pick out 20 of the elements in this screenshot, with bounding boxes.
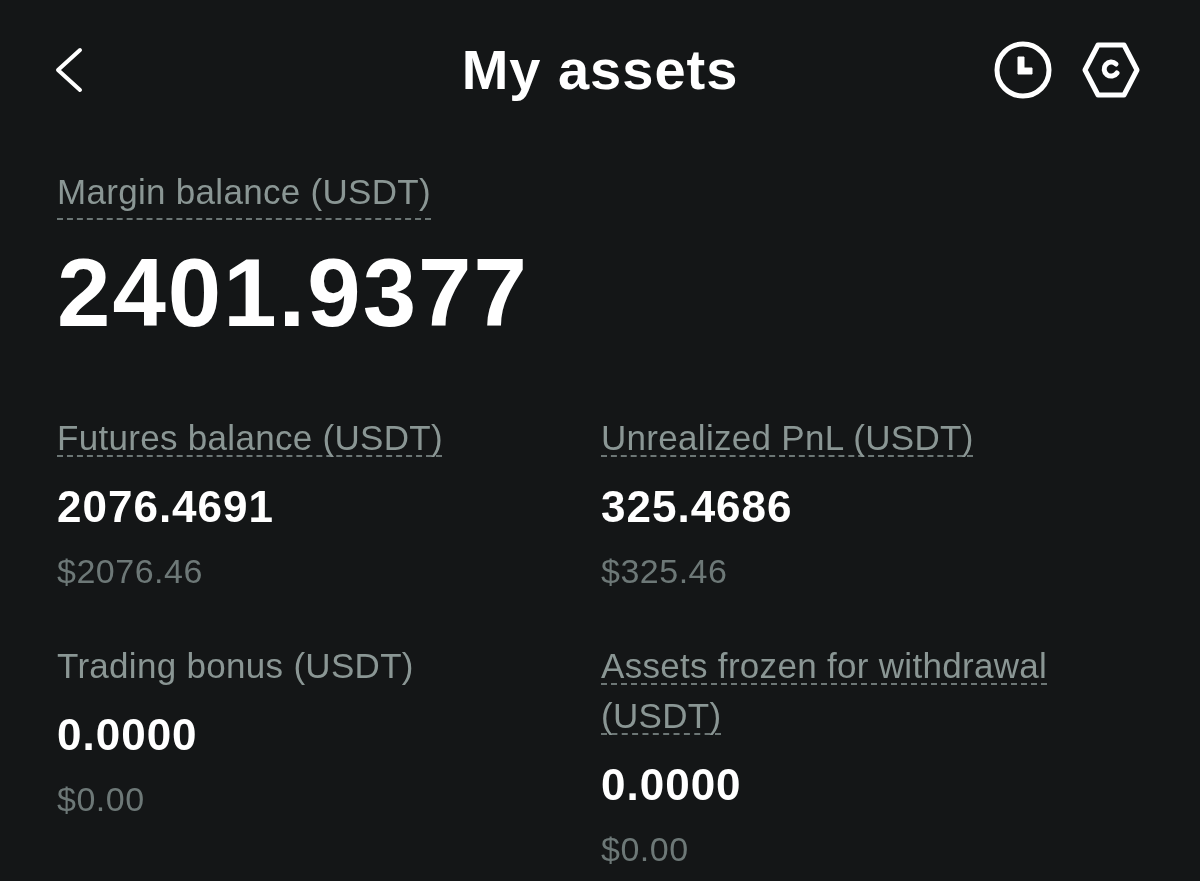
stat-value: 325.4686 bbox=[601, 483, 794, 531]
usd-value: $0.00 bbox=[57, 779, 146, 819]
stat-label[interactable]: Unrealized PnL (USDT) bbox=[601, 413, 974, 463]
usd-value: $0.00 bbox=[601, 829, 690, 869]
chevron-left-icon bbox=[53, 47, 83, 93]
margin-balance-label[interactable]: Margin balance (USDT) bbox=[57, 170, 431, 220]
clock-icon bbox=[994, 41, 1052, 99]
stat-value: 2076.4691 bbox=[57, 483, 275, 531]
usd-value: $325.46 bbox=[601, 551, 729, 591]
stat-value: 0.0000 bbox=[601, 761, 743, 809]
settings-icon bbox=[1082, 41, 1140, 99]
history-button[interactable] bbox=[994, 41, 1052, 99]
margin-balance-value: 2401.9377 bbox=[57, 245, 530, 341]
stat-label[interactable]: Assets frozen for withdrawal (USDT) bbox=[601, 641, 1121, 741]
stat-value: 0.0000 bbox=[57, 711, 199, 759]
settings-button[interactable] bbox=[1082, 41, 1140, 99]
stat-label: Trading bonus (USDT) bbox=[57, 645, 414, 687]
page-title: My assets bbox=[460, 37, 740, 104]
usd-value: $2076.46 bbox=[57, 551, 204, 591]
stat-label[interactable]: Futures balance (USDT) bbox=[57, 413, 443, 463]
